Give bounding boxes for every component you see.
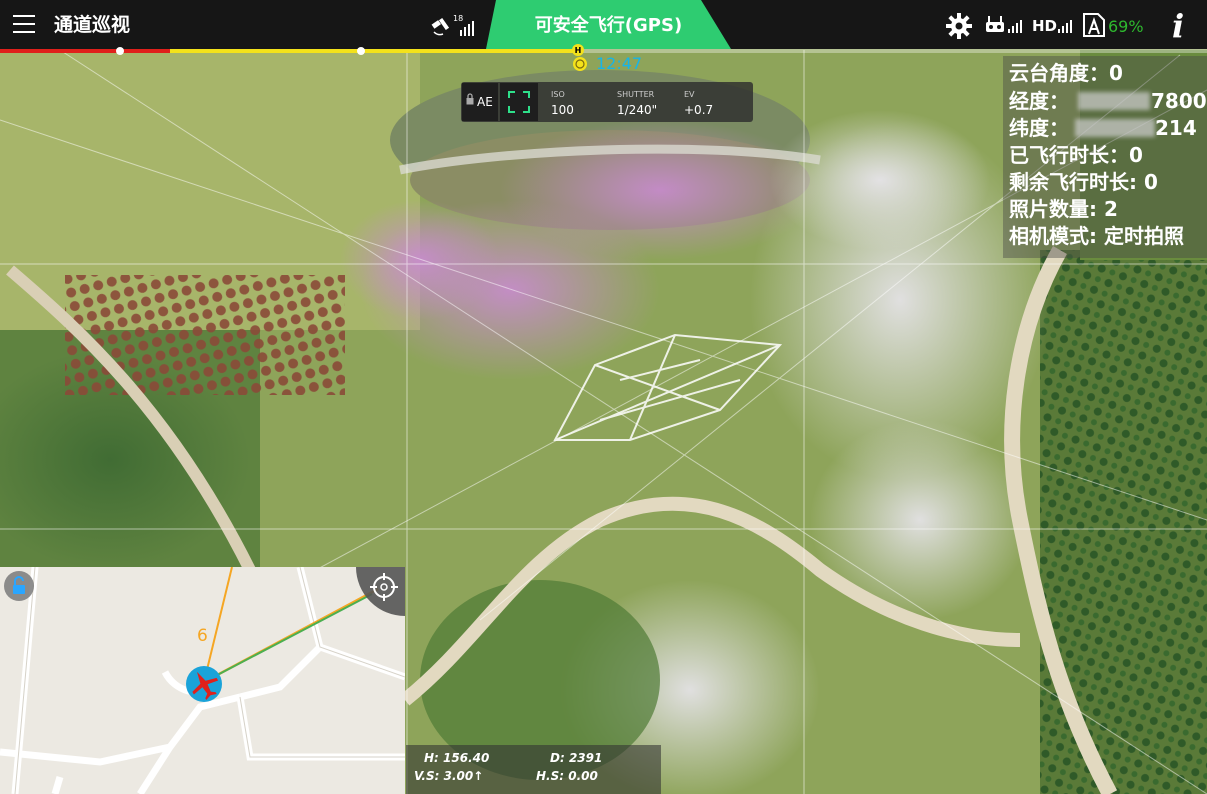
ae-label: AE	[477, 95, 493, 109]
svg-text:H: H	[575, 46, 582, 55]
remaining-flight-time: 12:47	[596, 54, 643, 73]
lock-icon	[466, 93, 474, 105]
home-point-marker: H	[572, 44, 587, 71]
home-distance-label: 6	[197, 626, 208, 646]
hd-signal-bars-icon	[1058, 20, 1072, 33]
shutter-value[interactable]: 1/240"	[617, 103, 657, 117]
height-readout: H: 156.40	[424, 751, 490, 765]
latitude-value: 214	[1155, 116, 1197, 140]
distance-readout: D: 2391	[550, 751, 603, 765]
focus-frame-icon	[508, 91, 530, 113]
gear-icon[interactable]	[945, 12, 973, 40]
longitude-redaction	[1078, 92, 1150, 110]
info-icon[interactable]: i	[1172, 7, 1184, 45]
ae-lock-button[interactable]: AE	[462, 83, 498, 121]
remaining-time: 剩余飞行时长: 0	[1009, 170, 1158, 194]
gps-satellite-count: 18	[453, 14, 464, 23]
focus-area-button[interactable]	[500, 83, 538, 121]
mission-title: 通道巡视	[54, 14, 131, 36]
flown-time: 已飞行时长：0	[1009, 143, 1143, 167]
aircraft-icon	[186, 666, 222, 702]
fpv-camera-view[interactable]: 通道巡视 18 可安全飞行(GPS) HD 69% i H 12:47 AE I…	[0, 0, 1207, 794]
hd-video-signal-label: HD	[1032, 17, 1058, 35]
iso-value[interactable]: 100	[551, 103, 574, 117]
map-lock-button[interactable]	[2, 570, 36, 602]
ev-value[interactable]: +0.7	[684, 103, 713, 117]
battery-percentage: 69%	[1108, 17, 1144, 36]
menu-button[interactable]	[13, 15, 35, 33]
battery-icon	[1083, 13, 1105, 37]
ev-label: EV	[684, 90, 695, 99]
photo-count: 照片数量: 2	[1009, 197, 1118, 221]
remote-controller-signal-icon	[986, 16, 1022, 33]
latitude-label: 纬度：	[1009, 116, 1069, 140]
iso-label: ISO	[551, 90, 565, 99]
latitude-redaction	[1075, 119, 1155, 137]
horizontal-speed-readout: H.S: 0.00	[536, 769, 598, 783]
crosshair-icon[interactable]	[354, 567, 405, 616]
vertical-speed-readout: V.S: 3.00↑	[414, 769, 484, 783]
longitude-label: 经度：	[1009, 89, 1069, 113]
flight-status-label[interactable]: 可安全飞行(GPS)	[486, 0, 731, 49]
shutter-label: SHUTTER	[617, 90, 655, 99]
camera-mode: 相机模式: 定时拍照	[1009, 224, 1184, 248]
longitude-value: 7800	[1151, 89, 1207, 113]
gimbal-angle: 云台角度：0	[1009, 61, 1123, 85]
